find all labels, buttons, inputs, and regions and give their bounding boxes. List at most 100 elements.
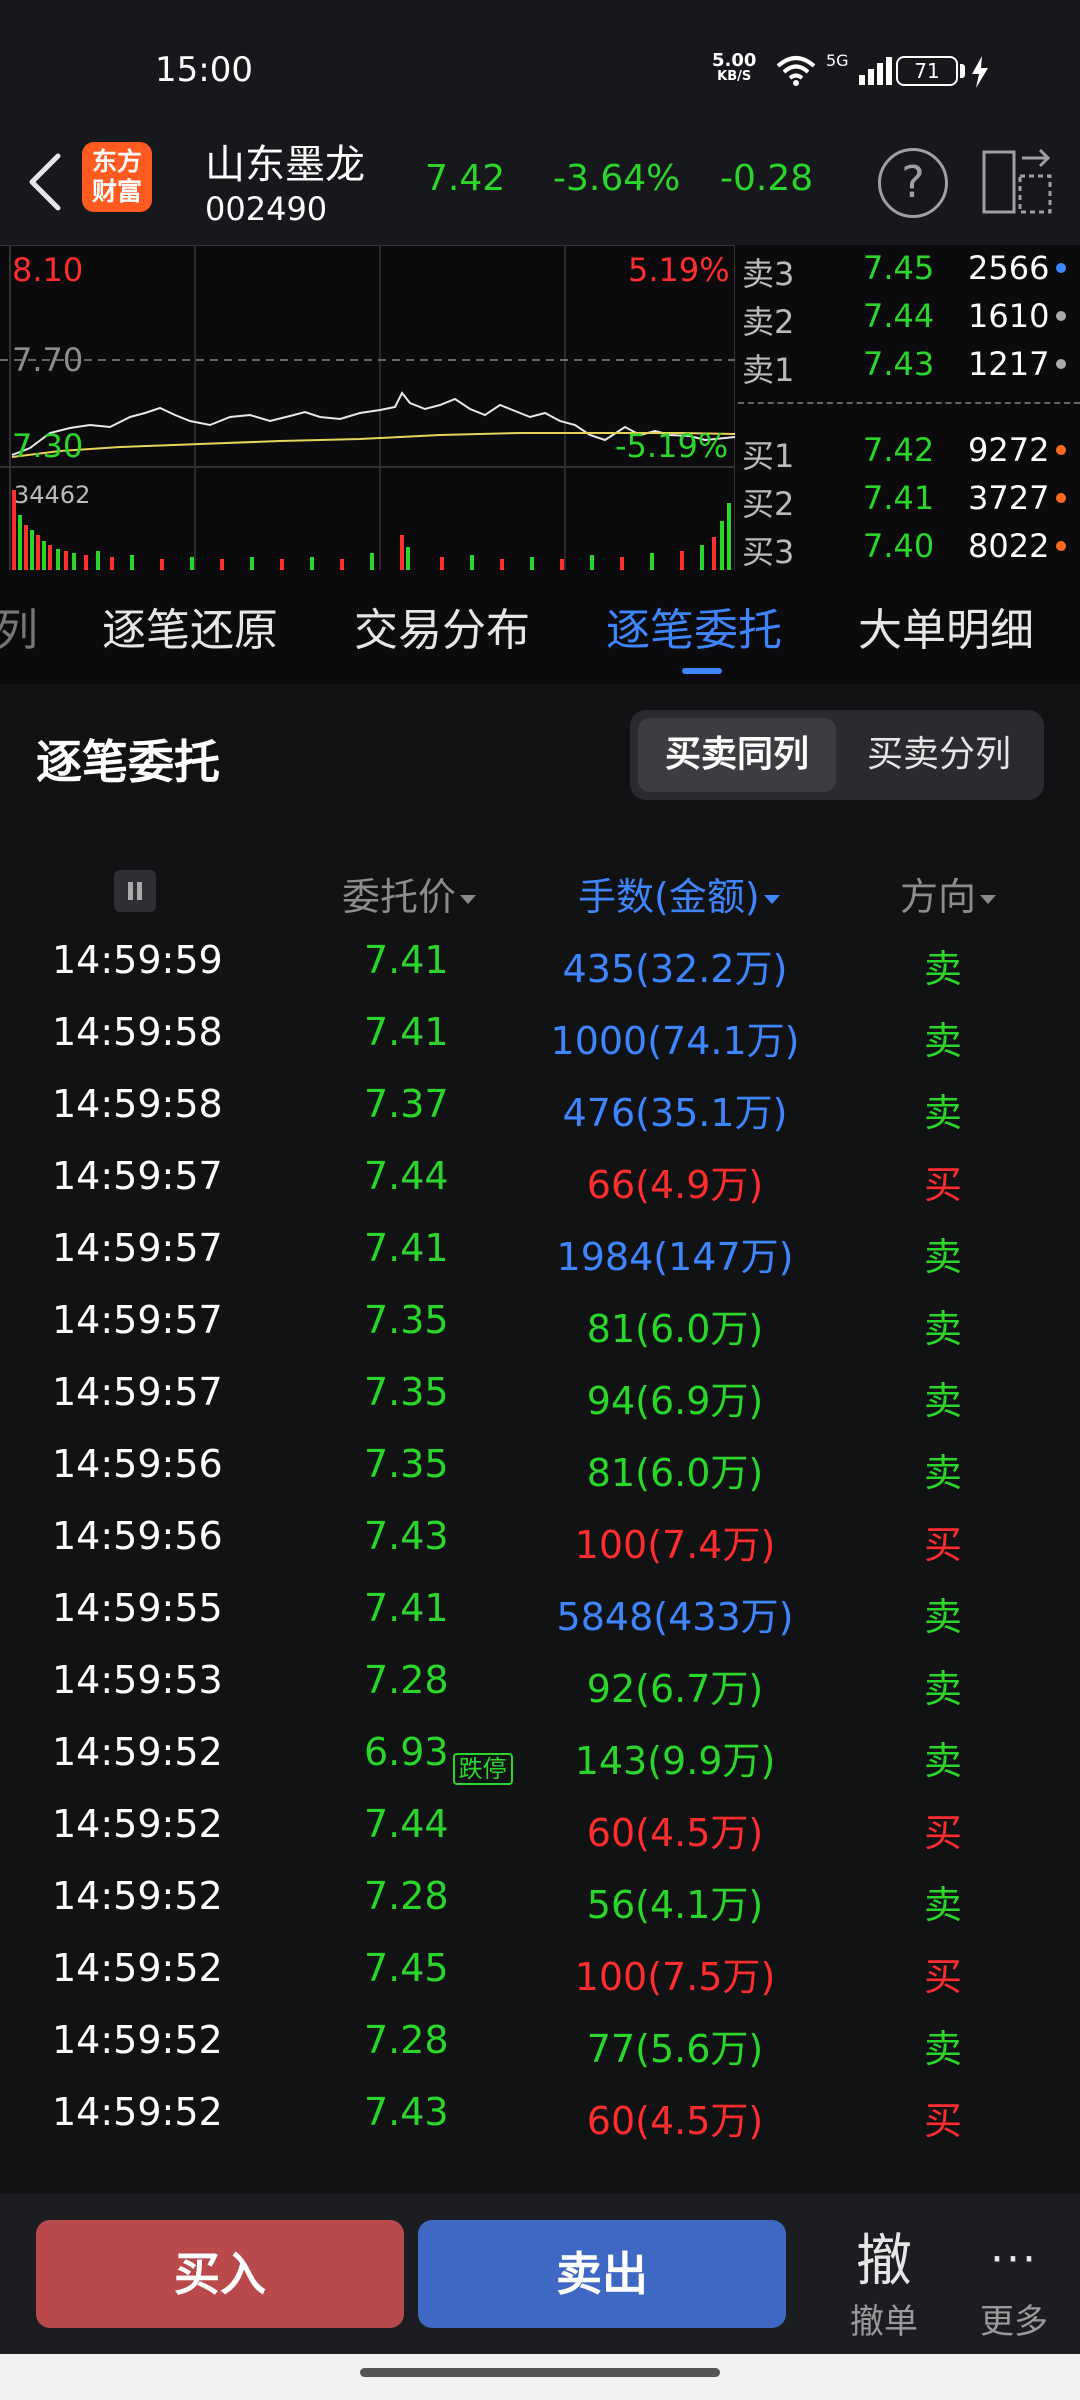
stock-name: 山东墨龙 [205,142,365,188]
order-row: 14:59:56 7.35 81(6.0万) 卖 [0,1430,1080,1502]
order-volume: 60(4.5万) [586,2099,764,2143]
battery-icon: 71 [896,56,958,86]
stock-code: 002490 [205,190,328,228]
tab-tick-restore[interactable]: 逐笔还原 [102,594,278,658]
bid-row: 买1 7.42 9272 [738,431,1080,475]
order-time: 14:59:56 [52,1442,223,1486]
chart-high-percent: 5.19% [628,251,730,289]
order-time: 14:59:57 [52,1298,223,1342]
order-direction: 买 [924,1811,963,1855]
level-dot [1056,263,1066,273]
order-price-value: 7.41 [364,938,449,982]
order-volume: 60(4.5万) [586,1811,764,1855]
order-volume: 100(7.4万) [574,1523,776,1567]
help-icon[interactable]: ? [878,148,948,218]
column-header-direction[interactable]: 方向 [900,866,997,921]
network-speed: 5.00 KB/S [712,50,757,84]
section-title: 逐笔委托 [36,735,220,789]
order-row: 14:59:59 7.41 435(32.2万) 卖 [0,926,1080,998]
order-price: 6.93 跌停 [364,1730,513,1785]
order-price: 7.28 [364,1874,449,1918]
stock-change: -0.28 [720,158,814,199]
layout-switch-icon[interactable] [980,146,1056,218]
order-direction: 卖 [924,2027,963,2071]
intraday-chart-canvas [0,245,735,570]
signal-icons: 5G [776,51,893,88]
order-price: 7.41 [364,1586,449,1630]
chart-max-volume: 34462 [14,481,91,509]
order-time: 14:59:58 [52,1082,223,1126]
order-time: 14:59:52 [52,1874,223,1918]
bottom-action-bar: 买入 卖出 撤 撤单 ··· 更多 [0,2194,1080,2354]
sell-button[interactable]: 卖出 [418,2220,786,2328]
order-direction: 卖 [924,1739,963,1783]
order-direction: 卖 [924,1883,963,1927]
order-price: 7.43 [364,2090,449,2134]
order-direction: 卖 [924,1595,963,1639]
order-price: 7.41 [364,938,449,982]
order-price-value: 7.35 [364,1370,449,1414]
order-price: 7.28 [364,2018,449,2062]
same-column-option[interactable]: 买卖同列 [638,718,836,792]
order-direction: 买 [924,1163,963,1207]
home-indicator[interactable] [360,2368,720,2377]
order-time: 14:59:52 [52,1730,223,1774]
order-time: 14:59:52 [52,2090,223,2134]
volume-bars [12,490,731,570]
level-dot [1056,311,1066,321]
tab-tick-orders[interactable]: 逐笔委托 [606,594,782,658]
tab-trade-distribution[interactable]: 交易分布 [354,594,530,658]
order-direction: 买 [924,1955,963,1999]
order-volume: 435(32.2万) [562,947,788,991]
order-price: 7.37 [364,1082,449,1126]
stock-header: 东方 财富 山东墨龙 002490 7.42 -3.64% -0.28 ? [0,120,1080,245]
order-list[interactable]: 14:59:59 7.41 435(32.2万) 卖 14:59:58 7.41 1000(… [0,926,1080,2150]
more-icon[interactable]: ··· [990,2234,1038,2285]
app-logo[interactable]: 东方 财富 [82,142,152,212]
order-price: 7.41 [364,1010,449,1054]
order-row: 14:59:58 7.41 1000(74.1万) 卖 [0,998,1080,1070]
order-time: 14:59:57 [52,1226,223,1270]
level-dot [1056,445,1066,455]
order-volume: 66(4.9万) [586,1163,764,1207]
chart-low-price: 7.30 [12,427,84,465]
order-price-value: 7.44 [364,1802,449,1846]
order-time: 14:59:52 [52,1802,223,1846]
system-nav-area [0,2354,1080,2400]
order-volume: 92(6.7万) [586,1667,764,1711]
order-book[interactable]: 卖3 7.45 2566 卖2 7.44 1610 卖1 7.43 1217 买… [738,245,1080,571]
order-direction: 买 [924,2099,963,2143]
pause-icon[interactable] [114,870,156,912]
intraday-chart[interactable]: 8.10 5.19% 7.70 7.30 -5.19% 34462 [0,245,735,570]
ask-row: 卖3 7.45 2566 [738,249,1080,293]
order-direction: 卖 [924,1019,963,1063]
tab-large-orders[interactable]: 大单明细 [858,594,1034,658]
chart-mid-price: 7.70 [12,341,84,379]
order-volume: 77(5.6万) [586,2027,764,2071]
cancel-order-label[interactable]: 撤单 [850,2294,918,2343]
tab-partial[interactable]: 列 [0,594,38,658]
buy-button[interactable]: 买入 [36,2220,404,2328]
order-direction: 买 [924,1523,963,1567]
order-volume: 476(35.1万) [562,1091,788,1135]
order-direction: 卖 [924,1451,963,1495]
more-label[interactable]: 更多 [980,2294,1048,2343]
order-price-value: 7.41 [364,1226,449,1270]
order-price-value: 7.35 [364,1298,449,1342]
status-time: 15:00 [155,50,253,90]
back-icon[interactable] [22,150,72,214]
order-time: 14:59:58 [52,1010,223,1054]
order-price: 7.45 [364,1946,449,1990]
column-header-volume[interactable]: 手数(金额) [578,866,780,921]
active-tab-indicator [682,668,722,674]
cancel-order-icon[interactable]: 撤 [856,2216,912,2297]
level-dot [1056,493,1066,503]
order-direction: 卖 [924,1307,963,1351]
order-price: 7.43 [364,1514,449,1558]
order-direction: 卖 [924,1667,963,1711]
ask-row: 卖1 7.43 1217 [738,345,1080,389]
column-header-price[interactable]: 委托价 [342,866,477,921]
split-column-option[interactable]: 买卖分列 [840,718,1038,792]
order-row: 14:59:57 7.35 81(6.0万) 卖 [0,1286,1080,1358]
sort-caret-icon [460,895,477,904]
